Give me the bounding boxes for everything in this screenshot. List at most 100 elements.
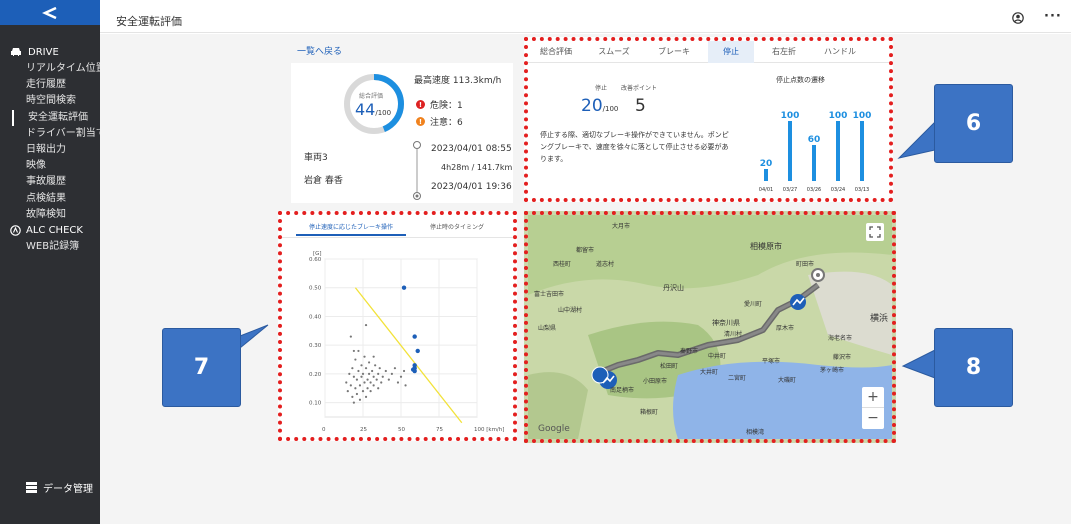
gray-point xyxy=(390,372,393,376)
gray-point xyxy=(349,384,352,387)
driver-name: 岩倉 春香 xyxy=(304,176,343,186)
gray-point xyxy=(361,390,365,393)
trend-bar xyxy=(788,121,792,181)
gray-point xyxy=(367,361,371,364)
zoom-in-button[interactable]: + xyxy=(862,387,884,408)
gray-point xyxy=(357,369,360,373)
gray-point xyxy=(354,358,357,361)
sidebar-item-daily-report[interactable]: 日報出力 xyxy=(10,142,100,158)
map-label: 厚木市 xyxy=(776,325,795,332)
max-speed: 最高速度 113.3km/h xyxy=(414,76,502,86)
map-label: 山中湖村 xyxy=(558,307,583,314)
gray-point xyxy=(372,375,375,378)
sidebar-group-drive[interactable]: DRIVE xyxy=(10,45,100,59)
map-label: 相模湾 xyxy=(746,429,765,436)
blue-point xyxy=(410,367,416,372)
y-tick-label: 0.60 xyxy=(309,257,322,263)
evaluation-tabs: 総合評価 スムーズ ブレーキ 停止 右左折 ハンドル xyxy=(528,41,889,63)
map-label: 相模原市 xyxy=(750,242,782,251)
map-label: 二宮町 xyxy=(728,375,747,382)
gray-point xyxy=(396,381,400,384)
tab-steering[interactable]: ハンドル xyxy=(812,41,868,63)
gray-point xyxy=(348,372,351,376)
sidebar-item-video[interactable]: 映像 xyxy=(10,158,100,174)
database-icon xyxy=(26,482,37,493)
trend-bar xyxy=(836,121,840,181)
stop-score: 20/100 xyxy=(581,96,618,116)
tab-smooth[interactable]: スムーズ xyxy=(586,41,642,63)
tab-turn[interactable]: 右左折 xyxy=(756,41,812,63)
gray-point xyxy=(360,375,363,378)
trend-bar xyxy=(812,145,816,181)
caution-label: 注意：6 xyxy=(430,118,463,128)
sidebar-item-accident-history[interactable]: 事故履歴 xyxy=(10,174,100,190)
sidebar-drive-label: DRIVE xyxy=(28,46,59,58)
collapse-sidebar-button[interactable] xyxy=(0,0,100,25)
tab-brake-by-speed[interactable]: 停止速度に応じたブレーキ操作 xyxy=(296,220,406,236)
map-label: 松田町 xyxy=(660,363,679,370)
fullscreen-button[interactable] xyxy=(866,223,884,241)
trend-tick-label: 03/26 xyxy=(807,187,821,193)
header: 安全運転評価 ··· xyxy=(100,0,1071,33)
map-label: 町田市 xyxy=(796,261,815,268)
back-to-list-link[interactable]: 一覧へ戻る xyxy=(297,44,342,57)
gray-point xyxy=(346,390,349,393)
sidebar-item-fault-detection[interactable]: 故障検知 xyxy=(10,207,100,223)
sidebar-item-history[interactable]: 走行履歴 xyxy=(10,77,100,93)
stop-trend-chart: 20 04/01 100 03/27 60 03/26 100 03/24 100 03/13 xyxy=(759,111,872,193)
vehicle-name: 車両3 xyxy=(304,153,328,163)
map-label: 道志村 xyxy=(596,261,615,268)
chevron-left-icon xyxy=(42,6,57,19)
sidebar-item-data-management[interactable]: データ管理 xyxy=(26,480,93,495)
map-label: 西桂町 xyxy=(553,261,572,268)
map-label: 富士吉田市 xyxy=(534,291,565,298)
trend-bar-value: 60 xyxy=(808,135,821,145)
sidebar: DRIVE リアルタイム位置 走行履歴 時空間検索 安全運転評価 ドライバー割当… xyxy=(0,0,100,524)
tab-stop-timing[interactable]: 停止時のタイミング xyxy=(412,220,502,236)
map-label: 大磯町 xyxy=(778,377,797,384)
trip-end-time: 2023/04/01 19:36 xyxy=(431,182,512,192)
gray-point xyxy=(351,367,354,370)
sidebar-nav: DRIVE リアルタイム位置 走行履歴 時空間検索 安全運転評価 ドライバー割当… xyxy=(10,45,100,255)
gray-point xyxy=(380,381,383,384)
trend-bar xyxy=(860,121,864,181)
google-logo: Google xyxy=(538,424,570,434)
sidebar-group-alc[interactable]: ALC CHECK xyxy=(10,223,100,239)
gray-point xyxy=(387,378,390,381)
gray-point xyxy=(381,375,384,378)
more-menu-icon[interactable]: ··· xyxy=(1044,9,1062,24)
page-title: 安全運転評価 xyxy=(116,15,182,28)
gray-point xyxy=(404,384,407,387)
trend-tick-label: 03/24 xyxy=(831,187,845,193)
blue-point xyxy=(412,334,417,339)
sidebar-item-inspection[interactable]: 点検結果 xyxy=(10,191,100,207)
map-label: 平塚市 xyxy=(762,358,781,365)
gray-point xyxy=(377,387,380,390)
tab-stop[interactable]: 停止 xyxy=(708,41,754,63)
gray-point xyxy=(349,335,352,338)
gray-point xyxy=(363,355,366,358)
blue-point xyxy=(415,348,420,354)
car-icon xyxy=(11,48,21,56)
trip-summary-card: 総合評価 44/100 最高速度 113.3km/h ! 危険：1 ! 注意：6… xyxy=(291,63,513,203)
overall-score-max: /100 xyxy=(375,109,392,117)
caution-count: ! 注意：6 xyxy=(416,115,463,128)
gray-point xyxy=(352,349,355,353)
sidebar-item-spatial-search[interactable]: 時空間検索 xyxy=(10,93,100,109)
gray-point xyxy=(358,398,362,401)
improve-points-label: 改善ポイント xyxy=(621,85,658,92)
overall-score-value: 44 xyxy=(355,100,376,119)
sidebar-item-driver-assign[interactable]: ドライバー割当て xyxy=(10,126,100,142)
stop-score-label: 停止 xyxy=(595,85,608,92)
sidebar-item-safety-evaluation[interactable]: 安全運転評価 xyxy=(12,109,100,126)
gray-point xyxy=(352,375,355,378)
sidebar-item-web-record[interactable]: WEB記録簿 xyxy=(10,239,100,255)
zoom-out-button[interactable]: − xyxy=(862,408,884,429)
tab-overall[interactable]: 総合評価 xyxy=(532,41,580,63)
tab-brake[interactable]: ブレーキ xyxy=(646,41,702,63)
map-label: 藤沢市 xyxy=(833,354,852,361)
sidebar-item-realtime[interactable]: リアルタイム位置 xyxy=(10,61,100,77)
user-icon[interactable] xyxy=(1012,12,1024,24)
route-map[interactable]: 相模原市 町田市 神奈川県 横浜 山梨県 丹沢山 秦野市 平塚市 藤沢市 茅ヶ崎… xyxy=(524,211,896,443)
gray-point xyxy=(364,395,368,398)
